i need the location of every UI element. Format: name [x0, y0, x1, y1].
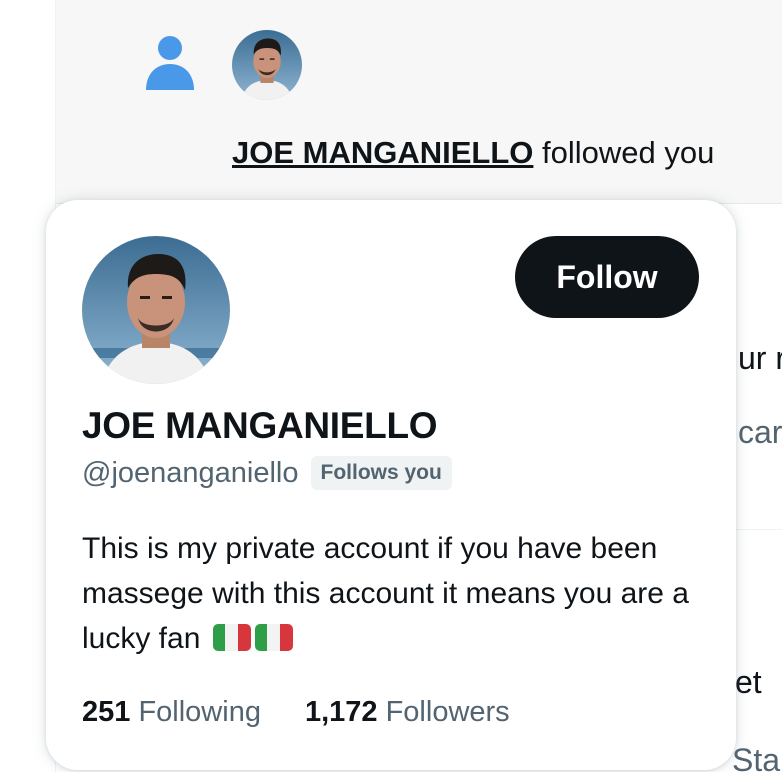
profile-bio-text: This is my private account if you have b…: [82, 532, 689, 655]
background-text-fragment: Sta: [732, 742, 781, 772]
flag-italy-icon: [212, 624, 251, 651]
profile-handle-row: @joenanganiello Follows you: [82, 454, 452, 492]
profile-stats: 251 Following 1,172 Followers: [82, 694, 510, 730]
background-text-fragment: car: [738, 414, 782, 450]
flag-italy-icon: [254, 624, 293, 651]
notification-user-name-link[interactable]: JOE MANGANIELLO: [232, 135, 533, 170]
follow-notification-text: JOE MANGANIELLO followed you: [232, 134, 714, 172]
notification-avatar[interactable]: [232, 30, 302, 100]
person-icon: [146, 36, 194, 90]
followers-label: Followers: [385, 696, 510, 728]
background-text-fragment: et: [735, 664, 762, 700]
follow-button[interactable]: Follow: [515, 236, 699, 318]
follow-notification[interactable]: [56, 0, 782, 204]
following-link[interactable]: 251 Following: [82, 694, 261, 730]
following-count: 251: [82, 696, 131, 728]
profile-display-name[interactable]: JOE MANGANIELLO: [82, 404, 438, 448]
followers-count: 1,172: [304, 696, 378, 728]
follows-you-badge: Follows you: [310, 456, 452, 490]
profile-bio: This is my private account if you have b…: [82, 526, 702, 661]
profile-handle[interactable]: @joenanganiello: [82, 457, 299, 490]
notification-action-text: followed you: [533, 135, 715, 170]
followers-link[interactable]: 1,172 Followers: [305, 694, 510, 730]
background-text-fragment: ur r: [738, 340, 782, 376]
profile-avatar[interactable]: [82, 236, 230, 384]
profile-hover-card: Follow JOE MANGANIELLO @joenanganiello F…: [46, 200, 736, 770]
following-label: Following: [138, 696, 261, 728]
